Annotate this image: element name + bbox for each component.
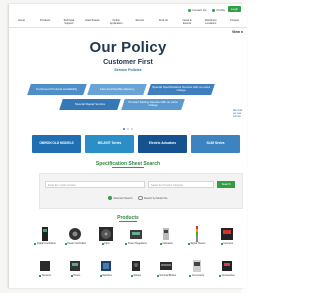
policy-banner-setting: Product Setting Service with no extra ch… [121,99,185,110]
promo-banner-old-models[interactable]: OMRON OLD MODELS [32,135,81,153]
radio-search-by-model[interactable]: Search by Model No. [138,196,168,201]
nav-item-news[interactable]: News & Events [179,19,196,25]
hero-subtitle: Customer First [103,59,153,66]
product-card[interactable]: Fans [92,226,120,256]
signal-tower-image [189,226,205,242]
product-card[interactable]: Connectors [182,258,210,288]
indicator-image [158,226,174,242]
product-card[interactable]: Timers [61,258,89,288]
timer-image [67,258,83,274]
policy-banner-specifications: Special Specifications Service with no e… [147,84,215,95]
nav-item-data-sheets[interactable]: Data Sheets [84,19,101,25]
fan-image [98,226,114,242]
utility-links: Contact Us Profile [187,8,225,12]
products-grid: Digital Controllers Power Controllers Fa… [31,226,241,288]
category-select[interactable]: Select the Product Category [148,181,214,188]
model-number-input[interactable]: Enter the model number [45,181,145,188]
nav-item-find-us[interactable]: Find Us [155,19,172,25]
radio-icon [138,196,143,201]
relay-image [128,258,144,274]
slider-dots[interactable] [9,128,247,130]
nav-item-contact[interactable]: Contact [226,19,243,25]
product-card[interactable]: Power Controllers [61,226,89,256]
connector-image [189,258,205,274]
product-card[interactable]: Accessories [213,258,241,288]
accessory-image [219,258,235,274]
login-button[interactable]: Login [228,6,241,12]
promo-banner-slim[interactable]: SLIM Series [191,135,240,153]
product-card[interactable]: Digital Controllers [31,226,59,256]
nav-item-online-application[interactable]: Online Application [108,19,125,25]
power-controller-image [67,226,83,242]
policy-banner-repair: Special Repair Service [59,99,121,110]
terminal-block-image [158,258,174,274]
screen-frame: Contact Us Profile Login Home Products T… [0,0,247,293]
profile-icon [212,8,216,12]
product-card[interactable]: Terminal Blocks [152,258,180,288]
radio-selected-search[interactable]: Selected Search [108,196,132,201]
title-underline [112,167,144,168]
sensor-image [37,258,53,274]
digital-controller-image [37,226,53,242]
product-card[interactable]: Sensors [31,258,59,288]
search-button[interactable]: Search [217,181,235,188]
contact-link[interactable]: Contact Us [187,8,206,12]
hero-note: Also look our new Fortune [233,110,243,118]
browser-page: Contact Us Profile Login Home Products T… [9,4,247,288]
slider-dot-active[interactable] [123,128,125,130]
product-card[interactable]: Relays [122,258,150,288]
nav-item-products[interactable]: Products [37,19,54,25]
promo-banners: OMRON OLD MODELS MS-200T Series Electric… [32,135,240,153]
search-mode-options: Selected Search Search by Model No. [108,196,168,201]
slider-dot[interactable] [127,128,129,130]
policy-banner-delivery: Fast and Flexible Delivery [87,84,147,95]
slider-dot[interactable] [131,128,133,130]
nav-item-technical-support[interactable]: Technical Support [60,19,77,25]
utility-bar: Contact Us Profile Login [9,4,247,16]
power-regulator-image [128,226,144,242]
policy-banner-availability: Continued Products Availability [27,84,87,95]
product-card[interactable]: Counters [213,226,241,256]
promo-banner-ms200t[interactable]: MS-200T Series [85,135,134,153]
main-nav: Home Products Technical Support Data She… [9,17,247,28]
nav-item-service[interactable]: Service [131,19,148,25]
view-link[interactable]: View n [232,30,243,34]
switch-image [98,258,114,274]
product-card[interactable]: Signal Towers [182,226,210,256]
title-underline [119,221,137,222]
product-card[interactable]: Power Regulators [122,226,150,256]
nav-item-home[interactable]: Home [13,19,30,25]
hero-tagline: Service Policies [114,68,142,72]
hero-slider[interactable]: Our Policy Customer First Service Polici… [9,28,247,128]
profile-link[interactable]: Profile [212,8,225,12]
contact-icon [187,8,191,12]
spec-search-panel: Enter the model number Select the Produc… [39,173,243,209]
nav-item-distributors[interactable]: Distributor Locations [202,19,219,25]
hero-title: Our Policy [89,39,167,56]
product-card[interactable]: Indicators [152,226,180,256]
promo-banner-actuators[interactable]: Electric Actuators [138,135,187,153]
radio-icon [108,196,113,201]
counter-image [219,226,235,242]
product-card[interactable]: Switches [92,258,120,288]
